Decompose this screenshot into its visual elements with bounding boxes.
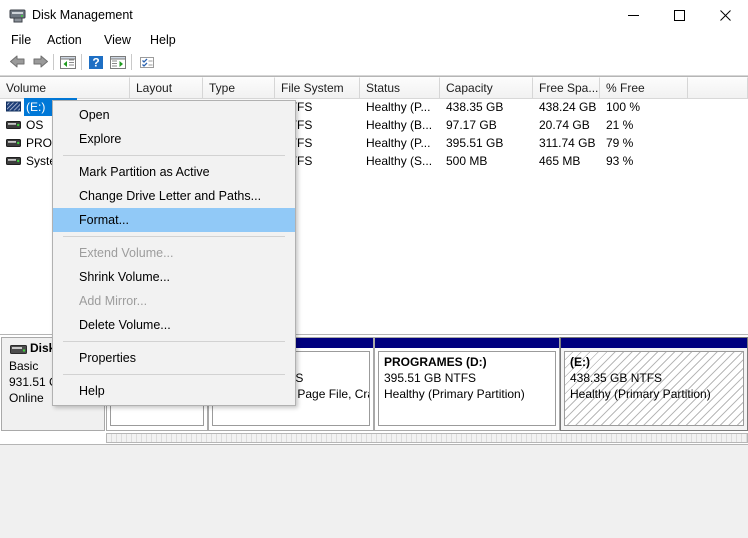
column-header-capacity[interactable]: Capacity — [440, 77, 533, 98]
svg-text:?: ? — [92, 56, 99, 70]
toolbar-separator-3 — [131, 54, 132, 70]
volume-icon — [6, 119, 21, 131]
cell-percent-free: 21 % — [606, 118, 634, 132]
window-bottom-area — [0, 444, 748, 538]
partition-details: PROGRAMES (D:) 395.51 GB NTFS Healthy (Pri… — [378, 351, 556, 426]
partition-color-bar — [561, 338, 747, 348]
toolbar-separator-2 — [81, 54, 82, 70]
menu-separator — [63, 374, 285, 375]
menu-separator — [63, 155, 285, 156]
context-menu-item-help[interactable]: Help — [53, 379, 295, 403]
column-header-blank[interactable] — [688, 77, 748, 98]
context-menu-item-properties[interactable]: Properties — [53, 346, 295, 370]
volume-icon-selected — [6, 101, 21, 113]
menu-separator — [63, 236, 285, 237]
menu-file[interactable]: File — [6, 32, 36, 48]
context-menu-item-mark-partition-as-active[interactable]: Mark Partition as Active — [53, 160, 295, 184]
cell-free-space: 20.74 GB — [539, 118, 590, 132]
menu-action[interactable]: Action — [42, 32, 87, 48]
volume-icon — [6, 155, 21, 167]
cell-free-space: 465 MB — [539, 154, 581, 168]
cell-status: Healthy (S... — [366, 154, 433, 168]
menu-view[interactable]: View — [99, 32, 136, 48]
cell-percent-free: 79 % — [606, 136, 634, 150]
cell-free-space: 438.24 GB — [539, 100, 597, 114]
menu-help[interactable]: Help — [145, 32, 181, 48]
toolbar-separator-1 — [53, 54, 54, 70]
properties-icon[interactable] — [137, 53, 157, 72]
disk-icon — [10, 344, 27, 355]
partition-color-bar — [375, 338, 559, 348]
partition-name: (E:) — [570, 355, 590, 369]
column-header-layout[interactable]: Layout — [130, 77, 203, 98]
volume-context-menu: Open Explore Mark Partition as Active Chang… — [52, 100, 296, 406]
partition-size-fs: 438.35 GB NTFS — [570, 371, 663, 385]
menu-bar: File Action View Help — [0, 30, 748, 50]
partition-name: PROGRAMES (D:) — [384, 355, 487, 369]
back-arrow-icon[interactable] — [8, 53, 28, 72]
column-header-file-system[interactable]: File System — [275, 77, 360, 98]
disk-type: Basic — [9, 359, 39, 373]
column-header-status[interactable]: Status — [360, 77, 440, 98]
volume-icon — [6, 137, 21, 149]
column-header-volume[interactable]: Volume — [0, 77, 130, 98]
partition-status: Healthy (Primary Partition) — [570, 387, 711, 401]
partition-block[interactable]: PROGRAMES (D:) 395.51 GB NTFS Healthy (Pri… — [374, 337, 560, 431]
context-menu-item-open[interactable]: Open — [53, 103, 295, 127]
cell-capacity: 395.51 GB — [446, 136, 504, 150]
context-menu-item-change-drive-letter-and-paths[interactable]: Change Drive Letter and Paths... — [53, 184, 295, 208]
cell-status: Healthy (B... — [366, 118, 433, 132]
show-hide-console-tree-icon[interactable] — [58, 53, 78, 72]
partition-size-fs: 395.51 GB NTFS — [384, 371, 477, 385]
context-menu-item-explore[interactable]: Explore — [53, 127, 295, 151]
title-bar: Disk Management — [0, 0, 748, 32]
context-menu-item-shrink-volume[interactable]: Shrink Volume... — [53, 265, 295, 289]
volume-list-header: Volume Layout Type File System Status Capacit… — [0, 77, 748, 99]
cell-capacity: 97.17 GB — [446, 118, 497, 132]
disk-management-icon — [9, 7, 27, 23]
cell-percent-free: 93 % — [606, 154, 634, 168]
cell-free-space: 311.74 GB — [539, 136, 596, 150]
close-button[interactable] — [702, 0, 748, 30]
context-menu-item-add-mirror: Add Mirror... — [79, 294, 148, 308]
partition-details: (E:) 438.35 GB NTFS Healthy (Primary Parti… — [564, 351, 744, 426]
cell-status: Healthy (P... — [366, 100, 431, 114]
menu-separator — [63, 341, 285, 342]
window-title: Disk Management — [32, 8, 133, 22]
column-header-free-spa[interactable]: Free Spa... — [533, 77, 600, 98]
cell-status: Healthy (P... — [366, 136, 431, 150]
context-menu-item-format[interactable]: Format... — [53, 208, 295, 232]
minimize-button[interactable] — [610, 0, 656, 30]
disk-management-window: Disk Management File Action View Help ? … — [0, 0, 748, 538]
cell-capacity: 500 MB — [446, 154, 488, 168]
help-icon[interactable]: ? — [86, 53, 106, 72]
partition-block[interactable]: (E:) 438.35 GB NTFS Healthy (Primary Parti… — [560, 337, 748, 431]
cell-percent-free: 100 % — [606, 100, 641, 114]
column-header-type[interactable]: Type — [203, 77, 275, 98]
cell-capacity: 438.35 GB — [446, 100, 504, 114]
forward-arrow-icon[interactable] — [30, 53, 50, 72]
context-menu-item-extend-volume: Extend Volume... — [79, 246, 174, 260]
column-header-free[interactable]: % Free — [600, 77, 688, 98]
maximize-button[interactable] — [656, 0, 702, 30]
disk-status: Online — [9, 391, 44, 405]
context-menu-item-delete-volume[interactable]: Delete Volume... — [53, 313, 295, 337]
partition-status: Healthy (Primary Partition) — [384, 387, 525, 401]
toolbar: ? — [0, 50, 748, 76]
action-icon[interactable] — [108, 53, 128, 72]
disk-pane-horizontal-scrollbar[interactable] — [106, 433, 748, 443]
